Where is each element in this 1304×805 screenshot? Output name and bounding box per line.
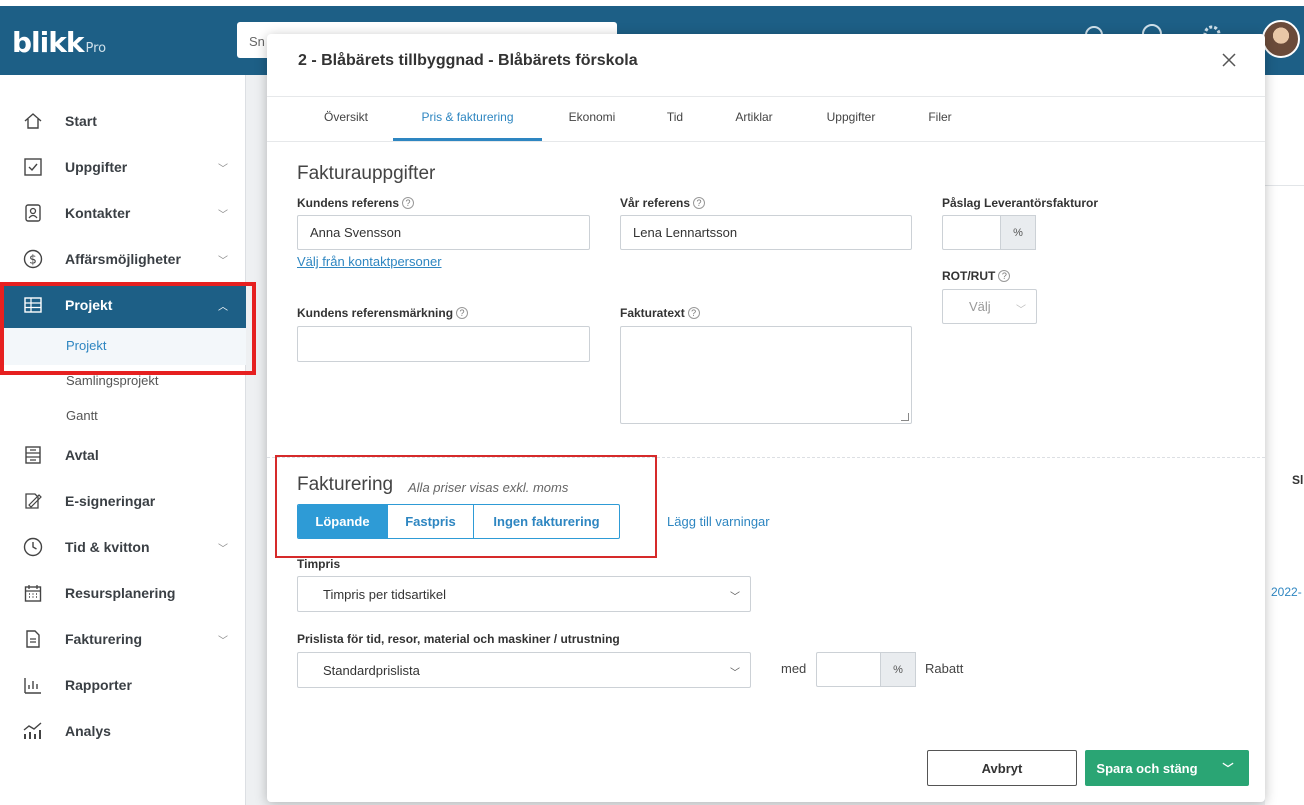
cancel-button[interactable]: Avbryt — [927, 750, 1077, 786]
sidebar-item-avtal[interactable]: Avtal — [0, 432, 246, 478]
avatar[interactable] — [1262, 20, 1300, 58]
home-icon — [22, 110, 44, 132]
option-fastpris[interactable]: Fastpris — [388, 505, 474, 538]
billing-type-segmented: Löpande Fastpris Ingen fakturering — [297, 504, 620, 539]
help-icon[interactable]: ? — [998, 270, 1011, 282]
med-label: med — [781, 661, 807, 676]
fakturatext-textarea[interactable] — [620, 326, 912, 424]
chevron-down-icon: ﹀ — [218, 635, 228, 647]
add-warnings-link[interactable]: Lägg till varningar — [667, 514, 770, 529]
top-line — [0, 0, 1304, 6]
svg-text:$: $ — [29, 253, 37, 267]
background-column-header: Sl — [1292, 473, 1304, 487]
tab-uppgifter[interactable]: Uppgifter — [817, 97, 885, 141]
project-modal: 2 - Blåbärets tillbyggnad - Blåbärets fö… — [267, 34, 1265, 802]
rabatt-percent-addon: % — [880, 652, 916, 687]
chevron-down-icon: ﹀ — [218, 255, 228, 267]
dollar-icon: $ — [22, 248, 44, 270]
help-icon[interactable]: ? — [693, 197, 706, 209]
chevron-down-icon: ﹀ — [730, 668, 740, 679]
chevron-down-icon: ﹀ — [218, 163, 228, 175]
prislista-label: Prislista för tid, resor, material och m… — [297, 632, 620, 646]
tab-oversikt[interactable]: Översikt — [313, 97, 379, 141]
invoice-icon — [22, 628, 44, 650]
chevron-down-icon: ﹀ — [730, 592, 740, 603]
background-date-link[interactable]: 2022- — [1271, 585, 1302, 599]
option-ingen-fakturering[interactable]: Ingen fakturering — [474, 505, 619, 538]
sidebar-item-kontakter[interactable]: Kontakter ﹀ — [0, 190, 246, 236]
kundens-referens-label: Kundens referens? — [297, 196, 415, 210]
percent-addon: % — [1000, 215, 1036, 250]
sidebar: Start Uppgifter ﹀ Kontakter ﹀ $ Affärsmö… — [0, 75, 246, 805]
sidebar-item-affarsmojligheter[interactable]: $ Affärsmöjligheter ﹀ — [0, 236, 246, 282]
kundens-referens-input[interactable]: Anna Svensson — [297, 215, 590, 250]
sidebar-item-start[interactable]: Start — [0, 98, 246, 144]
sidebar-item-fakturering[interactable]: Fakturering ﹀ — [0, 616, 246, 662]
var-referens-input[interactable]: Lena Lennartsson — [620, 215, 912, 250]
chevron-down-icon: ﹀ — [218, 543, 228, 555]
help-icon[interactable]: ? — [456, 307, 469, 319]
clock-icon — [22, 536, 44, 558]
fakturatext-label: Fakturatext? — [620, 306, 700, 320]
tab-artiklar[interactable]: Artiklar — [727, 97, 781, 141]
modal-title: 2 - Blåbärets tillbyggnad - Blåbärets fö… — [298, 52, 638, 69]
sidebar-item-resursplanering[interactable]: Resursplanering — [0, 570, 246, 616]
sidebar-item-tid-kvitton[interactable]: Tid & kvitton ﹀ — [0, 524, 246, 570]
signature-icon — [22, 490, 44, 512]
analytics-icon — [22, 720, 44, 742]
paslag-input[interactable] — [942, 215, 1002, 250]
modal-tabs: Översikt Pris & fakturering Ekonomi Tid … — [267, 96, 1265, 142]
referensmarkning-input[interactable] — [297, 326, 590, 362]
var-referens-label: Vår referens? — [620, 196, 706, 210]
save-close-button[interactable]: Spara och stäng ﹀ — [1085, 750, 1249, 786]
rot-rut-label: ROT/RUT? — [942, 269, 1011, 283]
contacts-icon — [22, 202, 44, 224]
tab-ekonomi[interactable]: Ekonomi — [561, 97, 623, 141]
background-content: Sl 2022- — [1265, 75, 1304, 805]
chevron-down-icon: ﹀ — [1016, 304, 1026, 316]
help-icon[interactable]: ? — [402, 197, 415, 209]
fakturering-subtitle: Alla priser visas exkl. moms — [408, 480, 569, 495]
timpris-select[interactable]: Timpris per tidsartikel ﹀ — [297, 576, 751, 612]
sidebar-item-e-signeringar[interactable]: E-signeringar — [0, 478, 246, 524]
option-lopande[interactable]: Löpande — [298, 505, 388, 538]
tab-filer[interactable]: Filer — [922, 97, 958, 141]
rabatt-input[interactable] — [816, 652, 882, 687]
sidebar-subitem-gantt[interactable]: Gantt — [66, 408, 98, 423]
chevron-down-icon[interactable]: ﹀ — [1207, 750, 1249, 786]
bar-chart-icon — [22, 674, 44, 696]
tab-tid[interactable]: Tid — [657, 97, 693, 141]
rabatt-label: Rabatt — [925, 661, 964, 676]
close-icon[interactable] — [1218, 50, 1240, 72]
prislista-select[interactable]: Standardprislista ﹀ — [297, 652, 751, 688]
paslag-label: Påslag Leverantörsfakturor — [942, 196, 1099, 210]
sidebar-item-rapporter[interactable]: Rapporter — [0, 662, 246, 708]
help-icon[interactable]: ? — [687, 307, 700, 319]
highlight-box-sidebar — [0, 282, 256, 375]
sidebar-item-analys[interactable]: Analys — [0, 708, 246, 754]
contract-icon — [22, 444, 44, 466]
referensmarkning-label: Kundens referensmärkning? — [297, 306, 469, 320]
checkbox-icon — [22, 156, 44, 178]
rot-rut-select[interactable]: Välj ﹀ — [942, 289, 1037, 324]
section-title-fakturering: Fakturering — [297, 474, 394, 495]
timpris-label: Timpris — [297, 557, 341, 571]
section-title-fakturauppgifter: Fakturauppgifter — [297, 163, 436, 184]
sidebar-item-uppgifter[interactable]: Uppgifter ﹀ — [0, 144, 246, 190]
resize-handle-icon[interactable] — [901, 413, 909, 421]
tab-pris-fakturering[interactable]: Pris & fakturering — [393, 97, 542, 141]
valj-kontaktpersoner-link[interactable]: Välj från kontaktpersoner — [297, 254, 442, 269]
calendar-icon — [22, 582, 44, 604]
sidebar-subitem-samlingsprojekt[interactable]: Samlingsprojekt — [66, 373, 159, 388]
chevron-down-icon: ﹀ — [218, 209, 228, 221]
logo[interactable]: blikk Pro — [12, 26, 106, 59]
